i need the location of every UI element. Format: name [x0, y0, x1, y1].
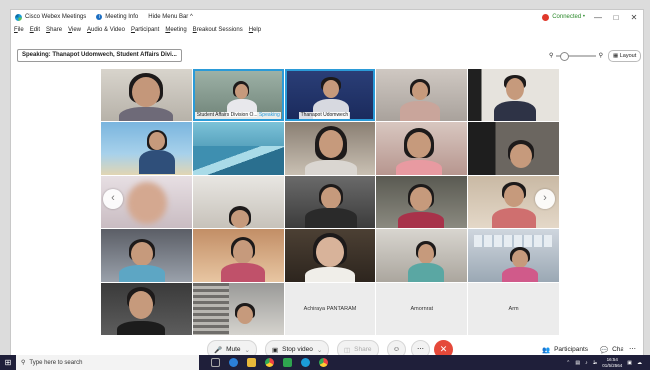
search-icon: ⚲ [21, 360, 26, 366]
menu-view[interactable]: View [68, 27, 81, 33]
webex-logo-icon [15, 13, 22, 21]
participant-tile[interactable] [101, 69, 192, 122]
info-icon: i [96, 14, 103, 20]
file-explorer-icon[interactable] [247, 358, 256, 367]
participant-tile[interactable] [101, 122, 192, 175]
maximize-button[interactable]: □ [611, 13, 621, 22]
more-icon: ⋯ [417, 346, 424, 353]
participant-tile[interactable] [284, 229, 376, 282]
participant-name: Achiraya PANTARAM [303, 305, 357, 312]
minimize-button[interactable]: — [593, 13, 603, 22]
participant-name: Arm [508, 305, 519, 312]
connection-icon [542, 13, 550, 21]
participant-tile[interactable] [468, 69, 559, 122]
menu-audio-video[interactable]: Audio & Video [87, 27, 125, 33]
menu-bar: File Edit Share View Audio & Video Parti… [11, 24, 646, 35]
volume-icon[interactable]: ♪ [585, 360, 588, 366]
smiley-icon: ☺ [392, 346, 401, 353]
participant-tile[interactable] [192, 229, 284, 282]
connection-status[interactable]: Connected • [542, 13, 585, 21]
participant-tile[interactable]: Thanapot Udomwech [284, 69, 376, 122]
share-icon: ◫ [344, 346, 351, 354]
previous-page-arrow-icon[interactable]: ‹ [103, 189, 123, 209]
participants-icon: 👥 [542, 346, 551, 354]
menu-file[interactable]: File [14, 27, 24, 33]
chrome-icon[interactable] [319, 358, 328, 367]
video-grid: Student Affairs Division O... Speaking T… [101, 69, 559, 335]
menu-edit[interactable]: Edit [30, 27, 40, 33]
participant-tile[interactable] [376, 175, 468, 229]
menu-participant[interactable]: Participant [131, 27, 159, 33]
participant-tile[interactable] [468, 229, 559, 282]
participant-tile[interactable] [284, 122, 376, 175]
microphone-icon: 🎤 [214, 346, 223, 354]
chevron-up-icon[interactable]: ⌃ [566, 360, 570, 366]
app-icon[interactable] [283, 358, 292, 367]
participant-tile[interactable] [101, 282, 192, 335]
zoom-knob[interactable] [560, 51, 570, 61]
notification-icon[interactable]: ▣ [627, 360, 632, 366]
windows-taskbar: ⊞ ⚲ Type here to search ⌃ ▤ ♪ ط 16:54 01… [0, 355, 650, 370]
taskbar-apps [211, 358, 328, 367]
camera-icon: ▣ [272, 346, 279, 354]
close-button[interactable]: ✕ [629, 13, 639, 22]
menu-breakout-sessions[interactable]: Breakout Sessions [193, 27, 243, 33]
menu-share[interactable]: Share [46, 27, 62, 33]
participant-tile[interactable] [192, 122, 284, 175]
clock[interactable]: 16:54 01/5/2564 [602, 357, 622, 368]
chat-icon: 💬 [600, 346, 609, 354]
menu-meeting[interactable]: Meeting [165, 27, 186, 33]
zoom-out-icon[interactable]: ⚲ [549, 52, 553, 59]
next-page-arrow-icon[interactable]: › [535, 189, 555, 209]
participant-tile[interactable] [376, 229, 468, 282]
webex-icon[interactable] [301, 358, 310, 367]
network-icon[interactable]: ▤ [575, 360, 580, 366]
hide-menu-bar-button[interactable]: Hide Menu Bar ^ [148, 14, 193, 20]
edge-icon[interactable] [229, 358, 238, 367]
weather-icon[interactable]: ☁ [637, 360, 642, 366]
more-icon: ⋯ [629, 346, 636, 353]
windows-logo-icon: ⊞ [4, 358, 12, 367]
participant-tile[interactable] [192, 175, 284, 229]
meeting-toolbar: Speaking: Thanapot Udomwech, Student Aff… [11, 37, 643, 62]
close-icon: ✕ [439, 344, 448, 354]
participant-name: Student Affairs Division O... Speaking [194, 112, 281, 120]
layout-icon: ▦ [613, 53, 619, 59]
participant-tile[interactable]: Achiraya PANTARAM [284, 282, 376, 335]
participant-tile[interactable]: Student Affairs Division O... Speaking [192, 69, 284, 122]
zoom-track[interactable] [556, 51, 596, 61]
layout-button[interactable]: ▦ Layout [608, 50, 642, 62]
app-title: Cisco Webex Meetings [15, 13, 86, 21]
participant-tile[interactable] [376, 122, 468, 175]
participant-tile[interactable]: Amornrat [376, 282, 468, 335]
system-tray: ⌃ ▤ ♪ ط 16:54 01/5/2564 ▣ ☁ [566, 355, 642, 370]
participant-name: Amornrat [410, 305, 434, 312]
zoom-in-icon[interactable]: ⚲ [599, 52, 603, 59]
participant-tile[interactable] [101, 229, 192, 282]
zoom-slider[interactable]: ⚲ ⚲ [549, 51, 603, 61]
participant-name: Thanapot Udomwech [298, 112, 351, 120]
participant-tile[interactable] [376, 69, 468, 122]
webex-window: Cisco Webex Meetings i Meeting Info Hide… [10, 9, 646, 359]
menu-help[interactable]: Help [249, 27, 261, 33]
participant-tile[interactable] [468, 122, 559, 175]
start-button[interactable]: ⊞ [0, 355, 16, 370]
participant-tile[interactable] [192, 282, 284, 335]
participant-tile[interactable]: Arm [468, 282, 559, 335]
meeting-info-button[interactable]: i Meeting Info [96, 14, 138, 20]
language-icon[interactable]: ط [593, 360, 598, 366]
chevron-down-icon[interactable]: ⌄ [245, 346, 250, 354]
taskbar-search[interactable]: ⚲ Type here to search [16, 355, 199, 370]
active-speaker-label: Speaking: Thanapot Udomwech, Student Aff… [17, 49, 182, 62]
participant-tile[interactable] [284, 175, 376, 229]
title-bar: Cisco Webex Meetings i Meeting Info Hide… [11, 10, 643, 24]
task-view-icon[interactable] [211, 358, 220, 367]
chevron-down-icon[interactable]: ⌄ [317, 346, 322, 354]
chrome-icon[interactable] [265, 358, 274, 367]
